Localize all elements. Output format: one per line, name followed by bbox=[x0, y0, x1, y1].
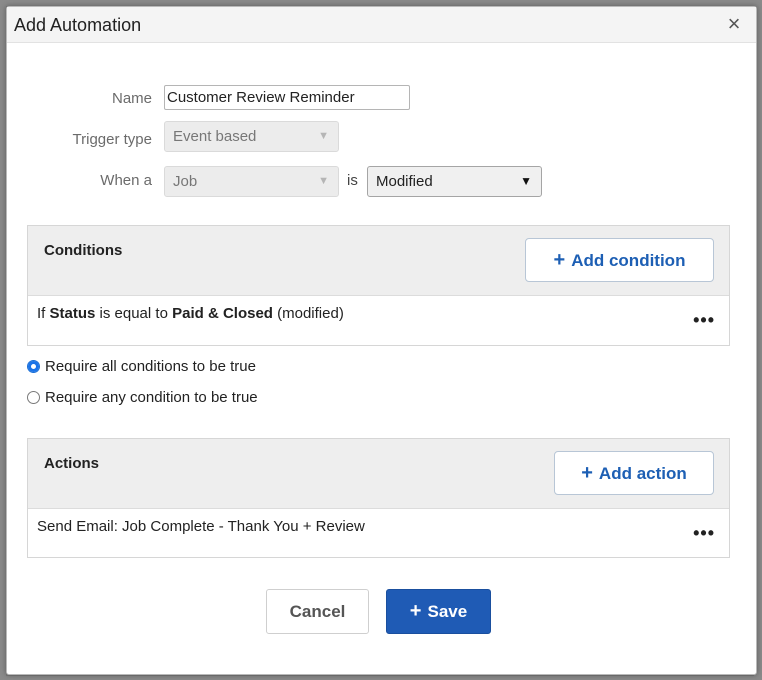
when-label: When a bbox=[100, 172, 152, 189]
save-button[interactable]: + Save bbox=[386, 589, 491, 634]
action-row: Send Email: Job Complete - Thank You + R… bbox=[37, 518, 365, 535]
require-any-option[interactable]: Require any condition to be true bbox=[27, 389, 258, 406]
require-any-label: Require any condition to be true bbox=[45, 389, 258, 406]
actions-title: Actions bbox=[44, 455, 100, 472]
actions-panel: Actions + Add action Send Email: Job Comp… bbox=[27, 438, 730, 558]
event-value: Modified bbox=[376, 173, 433, 190]
close-icon[interactable]: × bbox=[722, 12, 746, 36]
plus-icon: + bbox=[409, 600, 422, 622]
event-select[interactable]: Modified ▼ bbox=[367, 166, 542, 197]
dialog-title-bar: Add Automation × bbox=[7, 7, 756, 43]
chevron-down-icon: ▼ bbox=[520, 174, 532, 188]
conditions-title: Conditions bbox=[44, 242, 123, 259]
radio-checked-icon[interactable] bbox=[27, 360, 40, 373]
save-label: Save bbox=[427, 602, 468, 621]
require-all-label: Require all conditions to be true bbox=[45, 358, 256, 375]
when-object-value: Job bbox=[173, 173, 198, 190]
cancel-button[interactable]: Cancel bbox=[266, 589, 369, 634]
require-all-option[interactable]: Require all conditions to be true bbox=[27, 358, 256, 375]
chevron-down-icon: ▼ bbox=[318, 130, 329, 142]
background-bottom bbox=[0, 676, 762, 680]
condition-row: If Status is equal to Paid & Closed (mod… bbox=[37, 305, 344, 322]
add-automation-dialog: Add Automation × Name Trigger type Event… bbox=[6, 6, 757, 675]
add-condition-label: Add condition bbox=[571, 251, 686, 270]
add-action-button[interactable]: + Add action bbox=[554, 451, 714, 495]
trigger-type-select: Event based ▼ bbox=[164, 121, 339, 152]
condition-value: Paid & Closed bbox=[172, 305, 273, 322]
dialog-title: Add Automation bbox=[14, 15, 142, 35]
actions-header: Actions + Add action bbox=[28, 439, 729, 509]
name-input[interactable] bbox=[164, 85, 410, 110]
trigger-type-value: Event based bbox=[173, 128, 257, 145]
plus-icon: + bbox=[553, 249, 566, 271]
radio-unchecked-icon[interactable] bbox=[27, 391, 40, 404]
chevron-down-icon: ▼ bbox=[318, 175, 329, 187]
name-label: Name bbox=[111, 90, 152, 107]
is-label: is bbox=[347, 172, 358, 189]
conditions-panel: Conditions + Add condition If Status is e… bbox=[27, 225, 730, 346]
add-condition-button[interactable]: + Add condition bbox=[525, 238, 714, 282]
condition-field: Status bbox=[49, 305, 96, 322]
condition-more-icon[interactable]: ••• bbox=[693, 310, 715, 331]
trigger-type-label: Trigger type bbox=[72, 131, 152, 148]
action-more-icon[interactable]: ••• bbox=[693, 523, 715, 544]
when-object-select: Job ▼ bbox=[164, 166, 339, 197]
add-action-label: Add action bbox=[598, 464, 687, 483]
conditions-header: Conditions + Add condition bbox=[28, 226, 729, 296]
plus-icon: + bbox=[581, 462, 593, 484]
